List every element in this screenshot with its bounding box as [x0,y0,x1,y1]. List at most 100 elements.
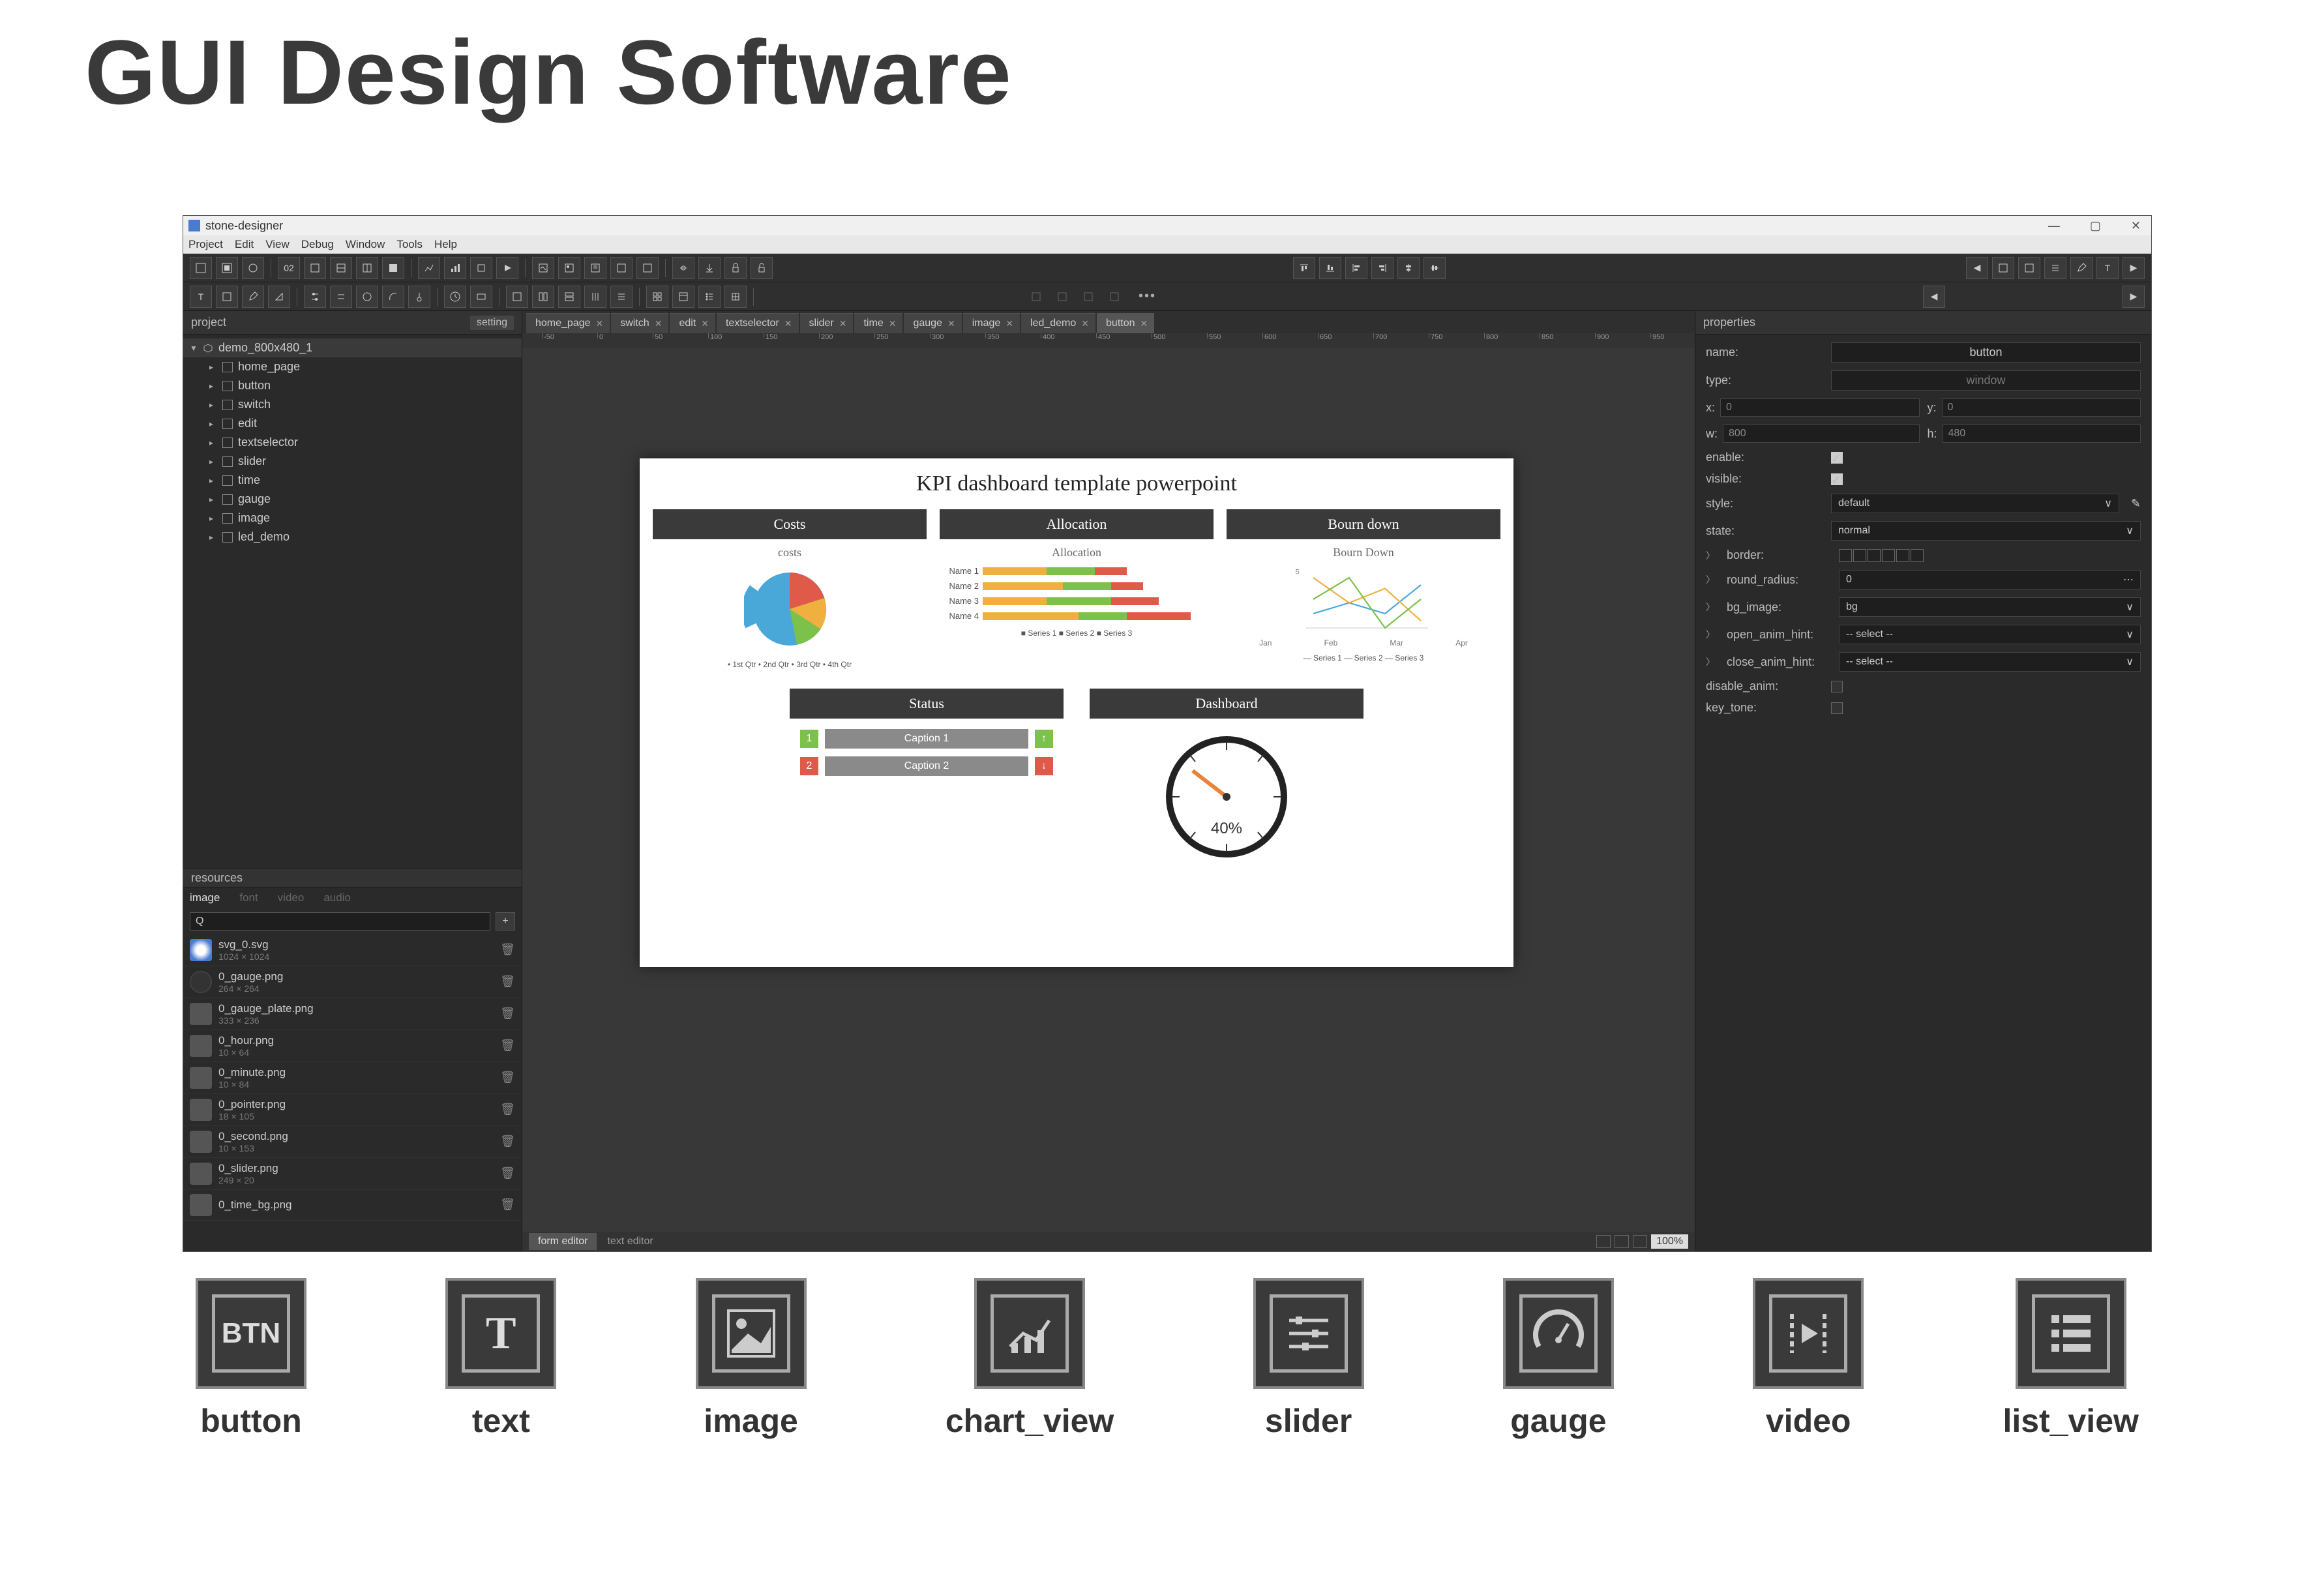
widget-slider[interactable]: slider [1253,1278,1364,1440]
tree-item-image[interactable]: ▸image [183,509,522,528]
tb2-grid-icon[interactable] [646,286,668,308]
widget-list_view[interactable]: list_view [2003,1278,2138,1440]
resource-item[interactable]: 0_time_bg.png🗑 [183,1190,522,1221]
menu-window[interactable]: Window [346,238,385,251]
res-tab-font[interactable]: font [239,891,258,904]
menu-project[interactable]: Project [188,238,223,251]
tab-image[interactable]: image✕ [963,313,1020,333]
tab-close-icon[interactable]: ✕ [701,318,709,329]
trash-icon[interactable]: 🗑 [500,943,515,957]
tb-text-icon[interactable]: T [2096,257,2119,279]
tab-close-icon[interactable]: ✕ [947,318,955,329]
tb-btn-7[interactable] [356,257,378,279]
prop-style-select[interactable]: default∨ [1831,494,2119,513]
res-tab-video[interactable]: video [278,891,305,904]
tree-item-led_demo[interactable]: ▸led_demo [183,528,522,546]
prop-round-input[interactable]: 0⋯ [1839,570,2141,589]
prop-disable-checkbox[interactable] [1831,681,1843,692]
border-swatches[interactable] [1839,549,1924,562]
tab-edit[interactable]: edit✕ [670,313,715,333]
menu-tools[interactable]: Tools [396,238,423,251]
trash-icon[interactable]: 🗑 [500,975,515,989]
style-edit-icon[interactable]: ✎ [2131,497,2141,511]
tree-root[interactable]: ▼ demo_800x480_1 [183,338,522,357]
tb2-arc-icon[interactable] [382,286,404,308]
tb-download-icon[interactable] [698,257,721,279]
tree-item-gauge[interactable]: ▸gauge [183,490,522,509]
tb2-btn-11[interactable] [470,286,492,308]
tree-item-slider[interactable]: ▸slider [183,452,522,471]
tab-close-icon[interactable]: ✕ [596,318,604,329]
tb2-btn-12[interactable] [506,286,528,308]
tb2-btn-2[interactable] [216,286,238,308]
prop-open-select[interactable]: -- select --∨ [1839,625,2141,644]
close-button[interactable]: ✕ [2126,219,2146,233]
prop-enable-checkbox[interactable]: ✓ [1831,452,1843,464]
tb2-settings-icon[interactable] [304,286,326,308]
tb-align-right-icon[interactable] [1371,257,1393,279]
tb-btn-15[interactable] [584,257,606,279]
tb-btn-r1[interactable] [1992,257,2014,279]
widget-video[interactable]: video [1753,1278,1864,1440]
tab-close-icon[interactable]: ✕ [1006,318,1013,329]
expand-icon[interactable]: 〉 [1706,601,1715,614]
widget-gauge[interactable]: gauge [1503,1278,1614,1440]
kpi-card-costs[interactable]: Costs costs [653,509,927,676]
zoom-box-1[interactable] [1596,1235,1611,1248]
tab-close-icon[interactable]: ✕ [655,318,663,329]
tb-btn-11[interactable] [470,257,492,279]
tb2-btn-c[interactable] [1077,286,1099,308]
tree-item-time[interactable]: ▸time [183,471,522,490]
tb-align-left-icon[interactable] [1345,257,1367,279]
tb2-btn-d[interactable] [1103,286,1125,308]
expand-icon[interactable]: 〉 [1706,549,1715,562]
tb2-btn-3[interactable] [242,286,264,308]
prop-w-input[interactable] [1723,424,1920,443]
res-tab-image[interactable]: image [190,891,220,904]
tab-led_demo[interactable]: led_demo✕ [1021,313,1095,333]
prop-visible-checkbox[interactable]: ✓ [1831,473,1843,485]
tb2-list-icon[interactable] [610,286,633,308]
tree-item-edit[interactable]: ▸edit [183,414,522,433]
zoom-box-2[interactable] [1615,1235,1629,1248]
resource-item[interactable]: 0_hour.png10 × 64🗑 [183,1030,522,1062]
menu-edit[interactable]: Edit [235,238,254,251]
tab-switch[interactable]: switch✕ [611,313,668,333]
tb-lock-icon[interactable] [724,257,747,279]
trash-icon[interactable]: 🗑 [500,1039,515,1052]
tb2-circle-icon[interactable] [356,286,378,308]
prop-y-input[interactable] [1942,398,2141,417]
tb2-btn-a[interactable] [1025,286,1047,308]
tb-align-vcenter-icon[interactable] [1423,257,1446,279]
resource-search-input[interactable] [190,912,490,930]
tb-btn-18[interactable] [672,257,694,279]
tb2-btn-14[interactable] [558,286,580,308]
tb2-temp-icon[interactable] [408,286,430,308]
resource-item[interactable]: 0_gauge.png264 × 264🗑 [183,966,522,998]
tab-slider[interactable]: slider✕ [800,313,854,333]
tb2-btn-15[interactable] [584,286,606,308]
expand-icon[interactable]: 〉 [1706,628,1715,641]
tb-align-bottom-icon[interactable] [1319,257,1341,279]
trash-icon[interactable]: 🗑 [500,1167,515,1180]
resource-item[interactable]: 0_second.png10 × 153🗑 [183,1126,522,1158]
prop-bg-select[interactable]: bg∨ [1839,597,2141,617]
trash-icon[interactable]: 🗑 [500,1103,515,1116]
resource-item[interactable]: 0_gauge_plate.png333 × 236🗑 [183,998,522,1030]
tb-prev-icon[interactable]: ◀ [1966,257,1988,279]
tab-close-icon[interactable]: ✕ [839,318,847,329]
resource-item[interactable]: 0_slider.png249 × 20🗑 [183,1158,522,1190]
tb-btn-1[interactable] [190,257,212,279]
tb2-btn-18[interactable] [698,286,721,308]
prop-h-input[interactable] [1943,424,2141,443]
tb2-btn-4[interactable] [268,286,290,308]
resource-item[interactable]: 0_pointer.png18 × 105🗑 [183,1094,522,1126]
tb-edit-icon[interactable] [2070,257,2093,279]
canvas-area[interactable]: KPI dashboard template powerpoint Costs … [522,348,1695,1232]
add-resource-button[interactable]: + [496,912,515,930]
tb-btn-16[interactable] [610,257,633,279]
widget-chart_view[interactable]: chart_view [946,1278,1114,1440]
tb2-btn-b[interactable] [1051,286,1073,308]
tb2-btn-17[interactable] [672,286,694,308]
tab-textselector[interactable]: textselector✕ [717,313,799,333]
